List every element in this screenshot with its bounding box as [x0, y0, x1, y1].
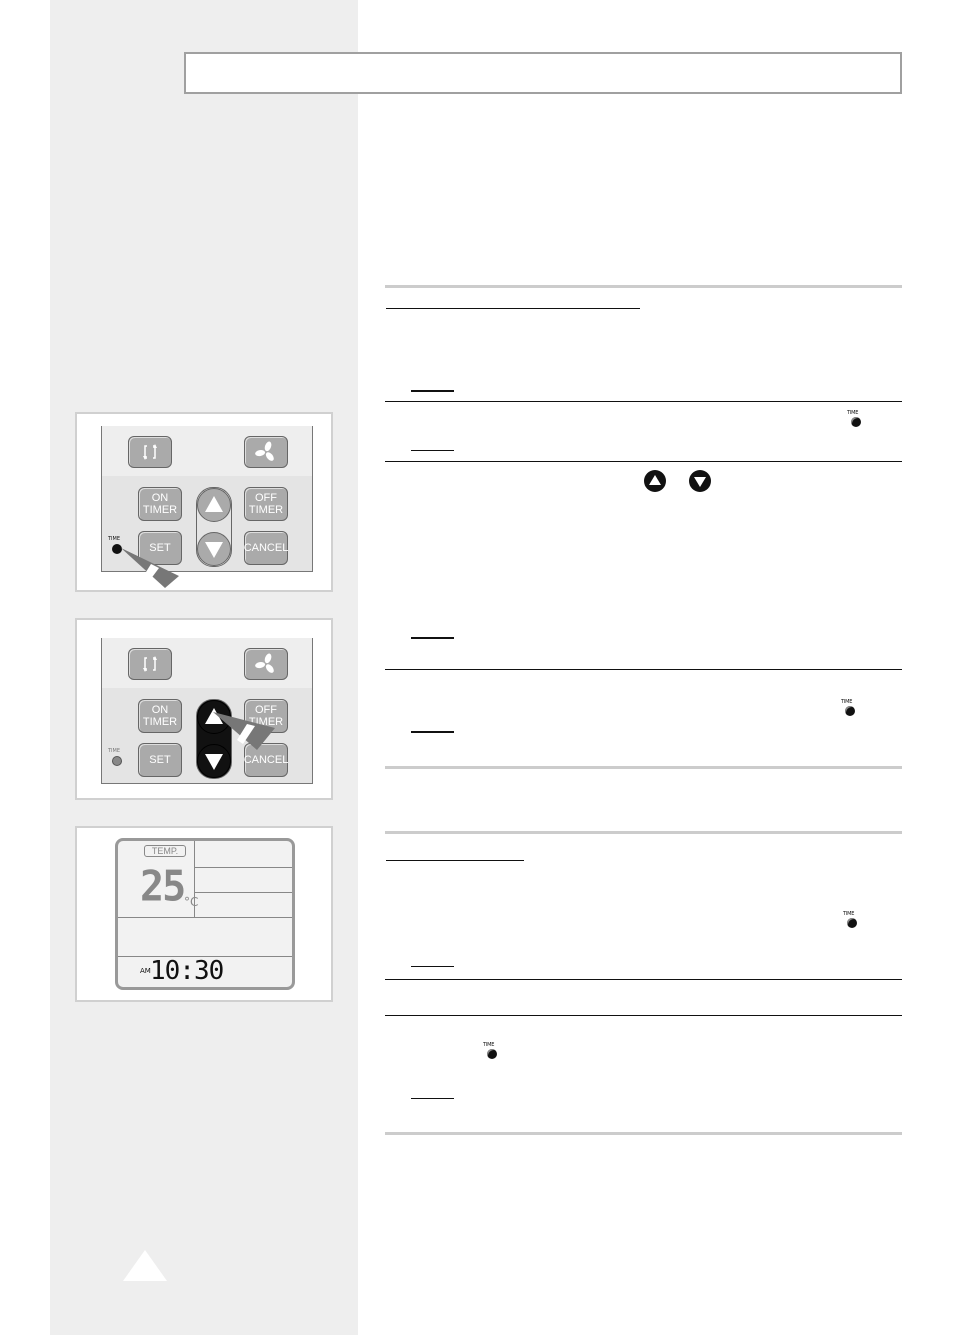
section-heading-underline [386, 308, 640, 309]
temp-rocker [196, 487, 232, 567]
page-title-box [184, 52, 902, 94]
temperature-unit: °C [184, 895, 199, 909]
off-timer-button: OFF TIMER [244, 487, 288, 521]
section-divider [385, 285, 902, 288]
section-divider [385, 831, 902, 834]
time-button-icon: TIME [841, 699, 857, 719]
on-timer-button: ON TIMER [138, 487, 182, 521]
note-underline [411, 390, 454, 392]
note-underline [411, 731, 454, 733]
fan-icon [255, 653, 274, 673]
section-divider [385, 1132, 902, 1135]
temperature-value: 25 [140, 862, 186, 912]
time-button-icon: TIME [483, 1042, 499, 1062]
step-divider [385, 461, 902, 462]
mode-cycle-icon [143, 656, 157, 672]
lcd-display-illustration: TEMP. 25 °C AM 10:30 [75, 826, 333, 1002]
step-divider [385, 1015, 902, 1016]
time-button: TIME [108, 748, 124, 770]
note-underline [411, 1098, 454, 1099]
page-marker-triangle-icon [123, 1250, 167, 1281]
mode-cycle-icon [143, 444, 157, 460]
down-arrow-icon [205, 542, 223, 558]
remote-illustration-time: ON TIMER OFF TIMER SET CANCEL TIME [75, 412, 333, 592]
pointer-hand-icon [121, 548, 179, 588]
section-heading-underline [386, 860, 524, 861]
mode-button [128, 648, 172, 680]
time-button-icon: TIME [847, 410, 863, 430]
lcd-display: TEMP. 25 °C AM 10:30 [115, 838, 295, 990]
note-underline [411, 637, 454, 639]
step-divider [385, 669, 902, 670]
step-divider [385, 979, 902, 980]
temp-label: TEMP. [144, 845, 186, 857]
mode-button [128, 436, 172, 468]
time-button-icon: TIME [843, 911, 859, 931]
up-button [197, 488, 231, 522]
remote-illustration-updown: ON TIMER OFF TIMER SET CANCEL TIME [75, 618, 333, 800]
fan-button [244, 436, 288, 468]
pointer-hand-icon [213, 712, 275, 750]
set-button: SET [138, 743, 182, 777]
on-timer-button: ON TIMER [138, 699, 182, 733]
down-arrow-button-icon [689, 470, 711, 492]
up-arrow-icon [205, 496, 223, 512]
note-underline [411, 966, 454, 967]
fan-button [244, 648, 288, 680]
section-divider [385, 766, 902, 769]
fan-icon [255, 441, 274, 461]
up-arrow-button-icon [644, 470, 666, 492]
step-divider [385, 401, 902, 402]
cancel-button: CANCEL [244, 531, 288, 565]
down-button [197, 532, 231, 566]
clock-value: 10:30 [150, 956, 224, 986]
note-underline [411, 450, 454, 451]
